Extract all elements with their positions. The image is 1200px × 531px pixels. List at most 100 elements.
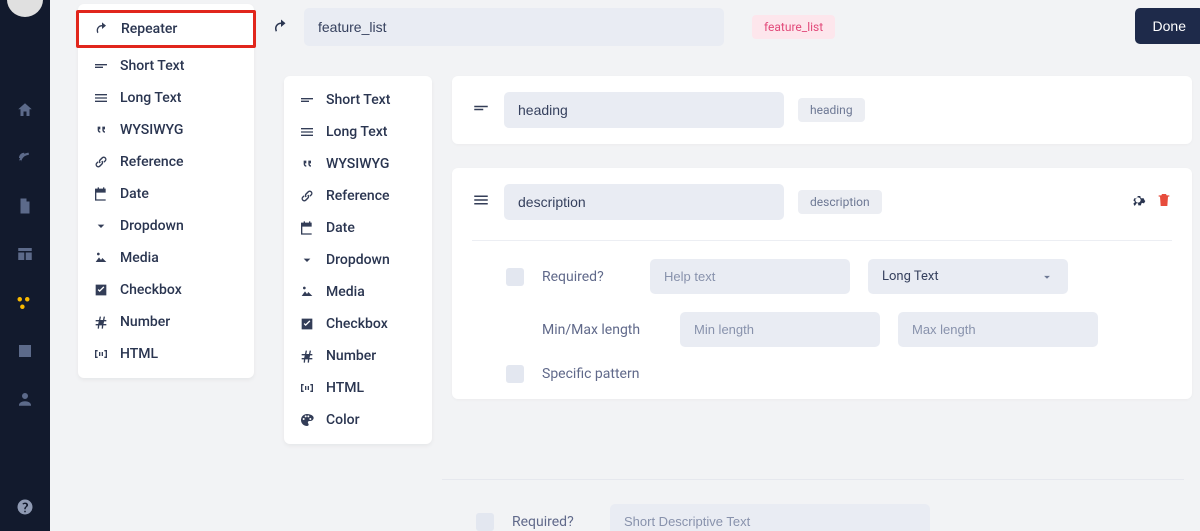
palette-item-label: Reference <box>120 154 184 170</box>
repeater-slug-pill: feature_list <box>752 15 835 39</box>
palette-item-checkbox[interactable]: Checkbox <box>284 308 432 340</box>
palette-item-html[interactable]: HTML <box>284 372 432 404</box>
short-icon <box>92 58 110 74</box>
palette-item-label: Number <box>120 314 170 330</box>
palette-item-label: Short Text <box>326 92 390 108</box>
repeater-name-input[interactable] <box>304 8 724 46</box>
pattern-checkbox[interactable] <box>506 365 524 383</box>
palette-item-number[interactable]: Number <box>78 306 254 338</box>
chevron-down-icon <box>1040 270 1054 284</box>
min-length-input[interactable] <box>680 312 880 347</box>
nav-document-icon[interactable] <box>0 182 50 230</box>
palette-item-media[interactable]: Media <box>78 242 254 274</box>
link-icon <box>92 154 110 170</box>
primary-field-palette: Repeater Short Text Long Text WYSIWYG Refere… <box>78 4 254 378</box>
palette-item-date[interactable]: Date <box>284 212 432 244</box>
number-icon <box>298 348 316 364</box>
repeat-icon <box>93 21 111 37</box>
palette-item-html[interactable]: HTML <box>78 338 254 370</box>
field-slug-pill: heading <box>798 98 865 122</box>
palette-item-label: Long Text <box>326 124 387 140</box>
done-button[interactable]: Done <box>1135 8 1200 44</box>
palette-item-date[interactable]: Date <box>78 178 254 210</box>
palette-item-label: Media <box>326 284 365 300</box>
nav-table-icon[interactable] <box>0 230 50 278</box>
palette-item-dropdown[interactable]: Dropdown <box>78 210 254 242</box>
repeater-required-label: Required? <box>512 514 592 530</box>
repeater-description-input[interactable] <box>610 504 930 531</box>
repeater-required-row: Required? <box>442 479 1184 531</box>
field-type-value: Long Text <box>882 269 939 284</box>
nav-users-icon[interactable] <box>0 375 50 423</box>
required-label: Required? <box>542 269 632 285</box>
nav-image-icon[interactable] <box>0 327 50 375</box>
field-block-heading: heading <box>452 76 1192 144</box>
quote-icon <box>92 122 110 138</box>
check-icon <box>92 282 110 298</box>
palette-item-label: Date <box>326 220 355 236</box>
settings-icon[interactable] <box>1130 192 1146 212</box>
palette-item-label: WYSIWYG <box>120 122 183 138</box>
dropdown-icon <box>298 252 316 268</box>
palette-item-label: HTML <box>120 346 158 362</box>
palette-item-dropdown[interactable]: Dropdown <box>284 244 432 276</box>
palette-item-wysiwyg[interactable]: WYSIWYG <box>78 114 254 146</box>
palette-item-label: Number <box>326 348 376 364</box>
palette-item-wysiwyg[interactable]: WYSIWYG <box>284 148 432 180</box>
palette-item-label: Media <box>120 250 159 266</box>
palette-item-label: HTML <box>326 380 364 396</box>
palette-item-label: Long Text <box>120 90 181 106</box>
palette-item-repeater[interactable]: Repeater <box>76 10 256 48</box>
palette-item-label: Reference <box>326 188 390 204</box>
long-icon <box>298 124 316 140</box>
long-text-icon <box>472 191 490 213</box>
avatar[interactable] <box>7 0 43 17</box>
max-length-input[interactable] <box>898 312 1098 347</box>
palette-item-short-text[interactable]: Short Text <box>78 50 254 82</box>
palette-item-label: Dropdown <box>120 218 184 234</box>
palette-item-long-text[interactable]: Long Text <box>78 82 254 114</box>
repeat-icon[interactable] <box>272 18 290 36</box>
palette-item-label: Checkbox <box>326 316 388 332</box>
long-icon <box>92 90 110 106</box>
palette-item-label: Short Text <box>120 58 184 74</box>
repeater-header-row: feature_list Done <box>272 8 1200 46</box>
quote-icon <box>298 156 316 172</box>
palette-item-reference[interactable]: Reference <box>284 180 432 212</box>
palette-item-reference[interactable]: Reference <box>78 146 254 178</box>
date-icon <box>298 220 316 236</box>
html-icon <box>92 346 110 362</box>
palette-item-number[interactable]: Number <box>284 340 432 372</box>
media-icon <box>92 250 110 266</box>
nav-signal-icon[interactable] <box>0 134 50 182</box>
short-text-icon <box>472 99 490 121</box>
repeater-required-checkbox[interactable] <box>476 513 494 531</box>
palette-item-label: Dropdown <box>326 252 390 268</box>
number-icon <box>92 314 110 330</box>
field-type-select[interactable]: Long Text <box>868 259 1068 294</box>
field-name-input-description[interactable] <box>504 184 784 220</box>
check-icon <box>298 316 316 332</box>
palette-item-label: Repeater <box>121 21 177 37</box>
nav-help-icon[interactable] <box>0 483 50 531</box>
short-icon <box>298 92 316 108</box>
help-text-input[interactable] <box>650 259 850 294</box>
palette-item-label: Checkbox <box>120 282 182 298</box>
field-name-input-heading[interactable] <box>504 92 784 128</box>
delete-icon[interactable] <box>1156 192 1172 212</box>
palette-item-media[interactable]: Media <box>284 276 432 308</box>
nav-home-icon[interactable] <box>0 86 50 134</box>
palette-item-color[interactable]: Color <box>284 404 432 436</box>
palette-item-checkbox[interactable]: Checkbox <box>78 274 254 306</box>
palette-item-short-text[interactable]: Short Text <box>284 84 432 116</box>
palette-item-label: WYSIWYG <box>326 156 389 172</box>
palette-item-label: Date <box>120 186 149 202</box>
required-checkbox[interactable] <box>506 268 524 286</box>
minmax-label: Min/Max length <box>542 322 662 338</box>
pattern-label: Specific pattern <box>542 366 662 382</box>
palette-item-long-text[interactable]: Long Text <box>284 116 432 148</box>
palette-item-label: Color <box>326 412 360 428</box>
html-icon <box>298 380 316 396</box>
nav-modules-icon[interactable] <box>0 278 50 326</box>
secondary-field-palette: Short Text Long Text WYSIWYG Reference Date D… <box>284 76 432 444</box>
